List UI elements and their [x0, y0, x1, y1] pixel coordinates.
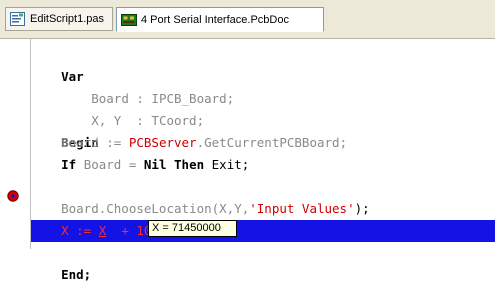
code-text: .GetCurrentPCBBoard;	[196, 135, 348, 150]
tab-label: EditScript1.pas	[30, 13, 104, 25]
code-line: Board := PCBServer.GetCurrentPCBBoard;	[31, 132, 495, 154]
tab-pcbdoc[interactable]: 4 Port Serial Interface.PcbDoc	[116, 7, 324, 32]
code-line: Var	[31, 44, 495, 84]
code-line: Board.ChooseLocation(X,Y,'Input Values')…	[31, 198, 495, 220]
code-text-pcbserver: PCBServer	[128, 135, 197, 150]
tab-editscript1[interactable]: EditScript1.pas	[5, 7, 113, 31]
keyword-nil: Nil	[143, 157, 167, 172]
code-line: X, Y : TCoord;	[31, 88, 495, 128]
string-literal: 'Input Values'	[249, 201, 355, 216]
editor-gutter[interactable]	[0, 39, 30, 249]
code-text: Board =	[76, 157, 144, 172]
editor-tab-bar: EditScript1.pas 4 Port Serial Interface.…	[0, 0, 495, 39]
keyword-if: If	[61, 157, 77, 172]
code-text: Board.ChooseLocation(X,Y,	[31, 201, 250, 216]
code-text: Exit;	[204, 157, 250, 172]
code-line: If Board = Nil Then Exit;	[31, 154, 495, 176]
current-execution-line: X := X + 10;	[31, 220, 495, 242]
pcb-document-icon	[121, 13, 137, 27]
keyword-then: Then	[174, 157, 205, 172]
breakpoint-icon[interactable]	[7, 187, 19, 202]
code-line: Board : IPCB_Board;	[31, 66, 495, 106]
code-text: Board :=	[31, 135, 129, 150]
code-editor[interactable]: Var Board : IPCB_Board; X, Y : TCoord; B…	[31, 39, 495, 282]
keyword-end: End;	[61, 267, 92, 282]
variable-value-tooltip: X = 71450000	[148, 220, 237, 237]
code-text: );	[354, 201, 370, 216]
code-line: Begin	[31, 110, 495, 150]
script-file-icon	[10, 12, 26, 26]
code-line: End;	[31, 242, 495, 282]
code-text: X :=	[31, 223, 99, 238]
tab-label: 4 Port Serial Interface.PcbDoc	[141, 13, 289, 26]
